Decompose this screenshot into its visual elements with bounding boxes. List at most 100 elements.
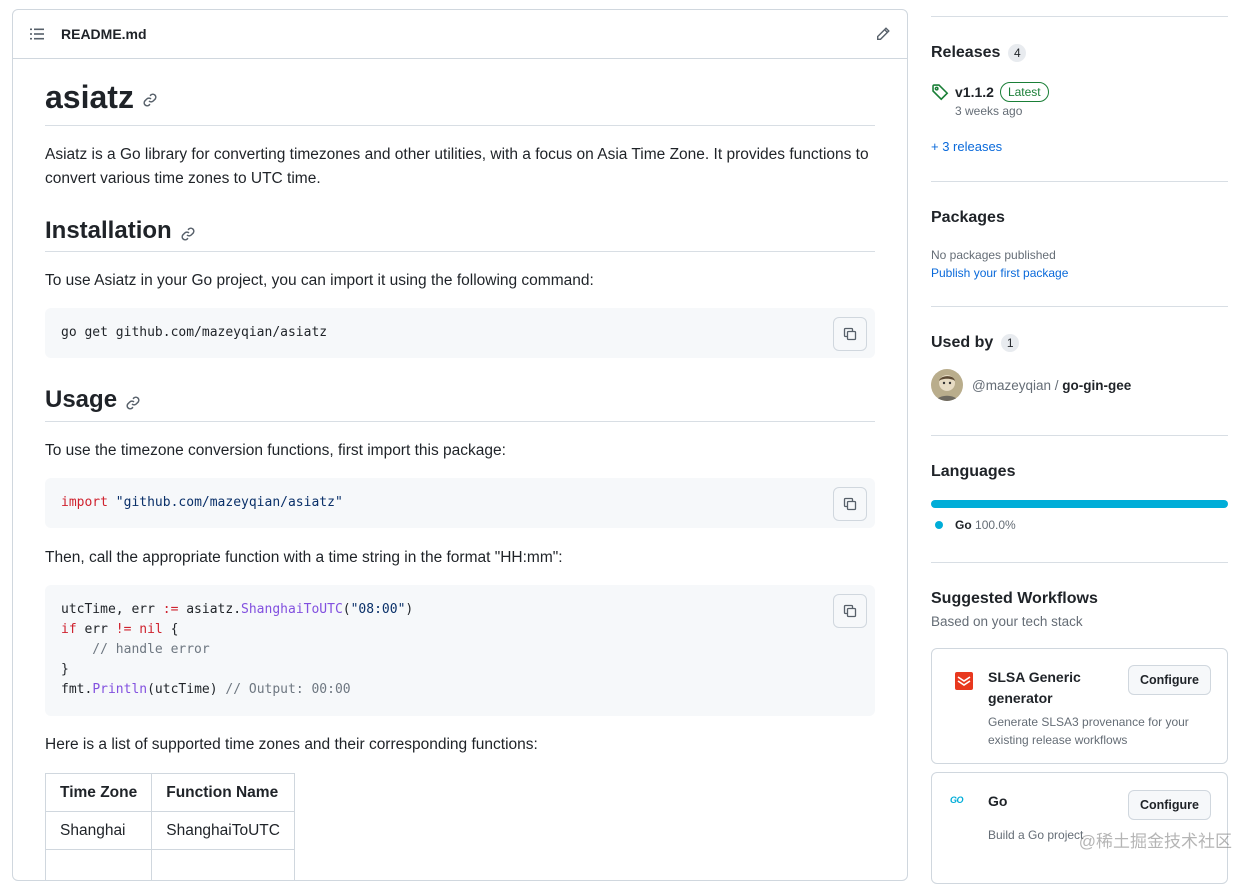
code-text: ) [405,602,414,617]
table-header: Function Name [151,773,295,812]
code-keyword: nil [139,622,163,637]
import-code-line: import "github.com/mazeyqian/asiatz" [61,493,343,513]
latest-release[interactable]: v1.1.2 Latest [931,82,1049,102]
divider [931,181,1228,182]
divider [931,16,1228,17]
used-by-count: 1 [1001,334,1020,352]
used-by-title[interactable]: Used by [931,334,993,352]
releases-title[interactable]: Releases [931,44,1000,62]
usage-heading-text: Usage [45,386,118,413]
workflows-heading: Suggested Workflows [931,590,1098,608]
releases-count: 4 [1008,44,1027,62]
code-text: { [162,622,179,637]
usage-text-3: Here is a list of supported time zones a… [45,736,538,753]
code-string: "08:00" [350,602,406,617]
code-string: "github.com/mazeyqian/asiatz" [115,495,343,510]
no-packages-text: No packages published [931,248,1056,262]
used-by-heading[interactable]: Used by 1 [931,334,1020,352]
languages-title: Languages [931,463,1016,480]
release-tag[interactable]: v1.1.2 [955,84,994,100]
workflow-name-line: generator [988,690,1053,706]
link-icon[interactable] [125,395,141,411]
used-by-owner[interactable]: @mazeyqian [972,378,1051,393]
table-cell: ShanghaiToUTC [151,811,295,850]
link-icon[interactable] [142,92,158,108]
workflow-name: Go [988,793,1008,809]
readme-title: asiatz [45,77,158,117]
releases-heading[interactable]: Releases 4 [931,44,1027,62]
copy-button[interactable] [833,317,867,351]
latest-badge: Latest [999,82,1049,102]
link-icon[interactable] [180,226,196,242]
code-line-3: // handle error [61,642,210,657]
language-bar [931,500,1228,508]
divider [931,306,1228,307]
readme-title-text: asiatz [45,79,134,115]
tag-icon [931,83,949,101]
used-by-repo[interactable]: go-gin-gee [1062,378,1131,393]
table-row [44,849,295,880]
divider [45,125,875,126]
divider [45,421,875,422]
packages-title[interactable]: Packages [931,209,1005,227]
table-cell [151,849,295,880]
example-code-block: utcTime, err := asiatz.ShanghaiToUTC("08… [45,585,875,716]
code-function: ShanghaiToUTC [241,602,343,617]
code-keyword: import [61,495,108,510]
divider [931,562,1228,563]
avatar[interactable] [931,369,963,401]
code-text: err [76,622,116,637]
language-name: Go [955,518,972,532]
code-text: asiatz. [178,602,242,617]
code-line-4: } [61,662,69,677]
workflows-title: Suggested Workflows [931,590,1098,607]
table-row: Shanghai ShanghaiToUTC [44,811,295,850]
code-text: fmt. [61,682,93,697]
code-line-2: if err != nil { [61,620,178,640]
configure-button[interactable]: Configure [1127,665,1211,695]
table-cell: Shanghai [44,811,153,850]
installation-heading: Installation [45,216,196,246]
outline-list-icon[interactable] [29,26,45,42]
divider [45,251,875,252]
copy-icon [843,497,857,511]
copy-icon [843,604,857,618]
table-header-row: Time Zone Function Name [44,773,295,812]
copy-icon [843,327,857,341]
release-time: 3 weeks ago [955,104,1023,118]
copy-button[interactable] [833,594,867,628]
workflows-subtitle: Based on your tech stack [931,614,1083,629]
packages-heading[interactable]: Packages [931,209,1005,227]
installation-text: To use Asiatz in your Go project, you ca… [45,272,594,289]
install-code-line: go get github.com/mazeyqian/asiatz [61,325,328,340]
readme-header: README.md [13,10,907,59]
language-dot [935,521,943,529]
intro-paragraph: Asiatz is a Go library for converting ti… [45,146,869,187]
publish-package-link[interactable]: Publish your first package [931,266,1068,280]
installation-heading-text: Installation [45,217,172,244]
slsa-icon [954,671,974,691]
usage-heading: Usage [45,385,141,415]
languages-heading: Languages [931,463,1015,481]
pencil-icon[interactable] [875,26,891,42]
code-line-1: utcTime, err := asiatz.ShanghaiToUTC("08… [61,600,413,620]
more-releases-link[interactable]: + 3 releases [931,139,1002,154]
workflow-desc: Build a Go project [988,828,1084,842]
install-code-block: go get github.com/mazeyqian/asiatz [45,308,875,358]
used-by-item[interactable]: @mazeyqian / go-gin-gee [931,369,1131,401]
go-icon: GO [950,795,964,805]
timezone-table: Time Zone Function Name Shanghai Shangha… [44,773,295,880]
language-percent: 100.0% [975,518,1016,532]
code-comment: // Output: 00:00 [225,682,351,697]
language-item-go[interactable]: Go 100.0% [935,518,1016,532]
used-by-separator: / [1051,377,1063,393]
import-code-block: import "github.com/mazeyqian/asiatz" [45,478,875,528]
code-text: ( [342,602,351,617]
configure-button[interactable]: Configure [1127,790,1211,820]
code-function: Println [92,682,148,697]
code-operator: != [115,622,132,637]
copy-button[interactable] [833,487,867,521]
code-line-5: fmt.Println(utcTime) // Output: 00:00 [61,680,351,700]
workflow-desc-line: existing release workflows [988,733,1128,747]
code-text: (utcTime) [147,682,226,697]
